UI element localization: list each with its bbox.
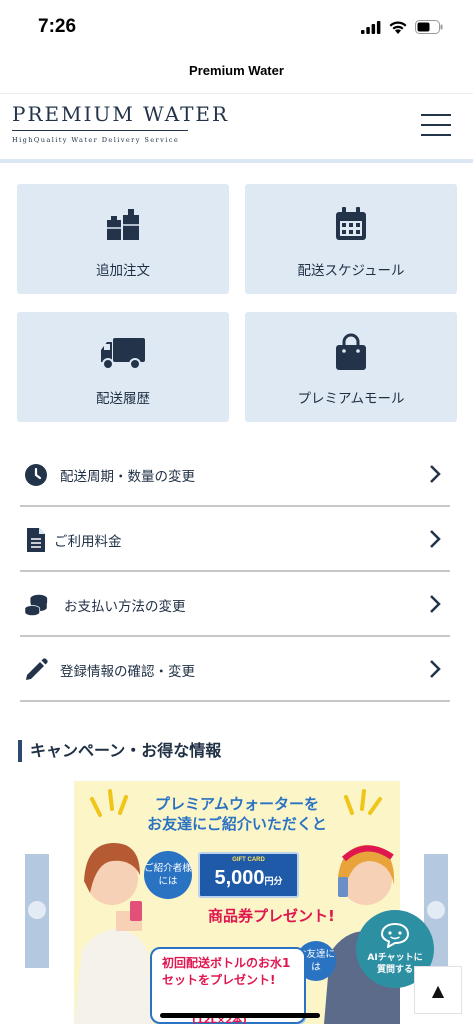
- document-icon: [23, 527, 49, 553]
- carousel-prev-button[interactable]: [25, 854, 49, 968]
- tile-label: 配送履歴: [96, 391, 150, 407]
- battery-icon: [415, 20, 443, 34]
- list-item-delivery-cycle[interactable]: 配送周期・数量の変更: [20, 442, 450, 507]
- coins-icon: [23, 592, 49, 618]
- site-header: PREMIUM WATER HighQuality Water Delivery…: [0, 93, 473, 161]
- header-separator: [0, 159, 473, 163]
- introducer-badge: ご紹介者様には: [144, 851, 192, 899]
- status-time: 7:26: [38, 16, 77, 37]
- tile-label: 配送スケジュール: [297, 263, 405, 279]
- tile-delivery-schedule[interactable]: 配送スケジュール: [245, 184, 457, 294]
- home-indicator: [160, 1013, 320, 1018]
- wifi-icon: [389, 20, 407, 34]
- delivery-truck-icon: [17, 332, 229, 372]
- chat-bubble-icon: [380, 922, 410, 948]
- menu-bar: [421, 134, 451, 136]
- banner-title-line1: プレミアムウォーターを: [155, 795, 319, 813]
- pencil-icon: [23, 657, 49, 683]
- list-item-registration-info[interactable]: 登録情報の確認・変更: [20, 637, 450, 702]
- coupon-text: 商品券プレゼント!: [208, 907, 335, 925]
- calendar-icon: [245, 204, 457, 244]
- gift-card: GIFT CARD 5,000円分: [198, 852, 299, 898]
- banner-title-line2: お友達にご紹介いただくと: [147, 815, 327, 833]
- list-item-label: 配送周期・数量の変更: [60, 469, 195, 485]
- bottle-offer-text: 初回配送ボトルのお水1セットをプレゼント!: [162, 956, 291, 987]
- site-title: Premium Water: [189, 63, 284, 78]
- list-item-usage-fee[interactable]: ご利用料金: [20, 507, 450, 572]
- gift-amount: 5,000円分: [214, 867, 283, 889]
- campaign-section-title: キャンペーン・お得な情報: [18, 740, 221, 762]
- tile-label: 追加注文: [96, 263, 150, 279]
- chevron-right-icon: [427, 901, 445, 919]
- back-to-top-button[interactable]: ▲: [414, 966, 462, 1014]
- list-item-label: 登録情報の確認・変更: [60, 664, 195, 680]
- cellular-signal-icon: [361, 20, 381, 34]
- clock-icon: [23, 462, 49, 488]
- chevron-right-icon: [430, 660, 441, 678]
- tile-delivery-history[interactable]: 配送履歴: [17, 312, 229, 422]
- list-item-payment-method[interactable]: お支払い方法の変更: [20, 572, 450, 637]
- chevron-right-icon: [430, 465, 441, 483]
- campaign-banner[interactable]: プレミアムウォーターを お友達にご紹介いただくと ご紹介者様には GIFT CA…: [74, 781, 400, 1024]
- list-item-label: お支払い方法の変更: [64, 599, 186, 615]
- tile-additional-order[interactable]: 追加注文: [17, 184, 229, 294]
- menu-bar: [421, 114, 451, 116]
- tile-premium-mall[interactable]: プレミアムモール: [245, 312, 457, 422]
- water-bottles-icon: [17, 204, 229, 244]
- gift-card-label: GIFT CARD: [232, 857, 265, 863]
- premium-water-logo[interactable]: PREMIUM WATER HighQuality Water Delivery…: [12, 102, 230, 154]
- logo-sub-text: HighQuality Water Delivery Service: [12, 136, 180, 144]
- status-bar: 7:26: [0, 0, 473, 54]
- status-icons: [361, 20, 443, 34]
- chevron-left-icon: [28, 901, 46, 919]
- shopping-bag-icon: [245, 332, 457, 372]
- chevron-right-icon: [430, 530, 441, 548]
- chevron-right-icon: [430, 595, 441, 613]
- hamburger-menu-icon[interactable]: [421, 114, 451, 136]
- logo-divider: [12, 130, 188, 131]
- tile-label: プレミアムモール: [297, 391, 405, 407]
- logo-main-text: PREMIUM WATER: [12, 102, 230, 126]
- menu-bar: [421, 124, 451, 126]
- list-item-label: ご利用料金: [54, 534, 122, 550]
